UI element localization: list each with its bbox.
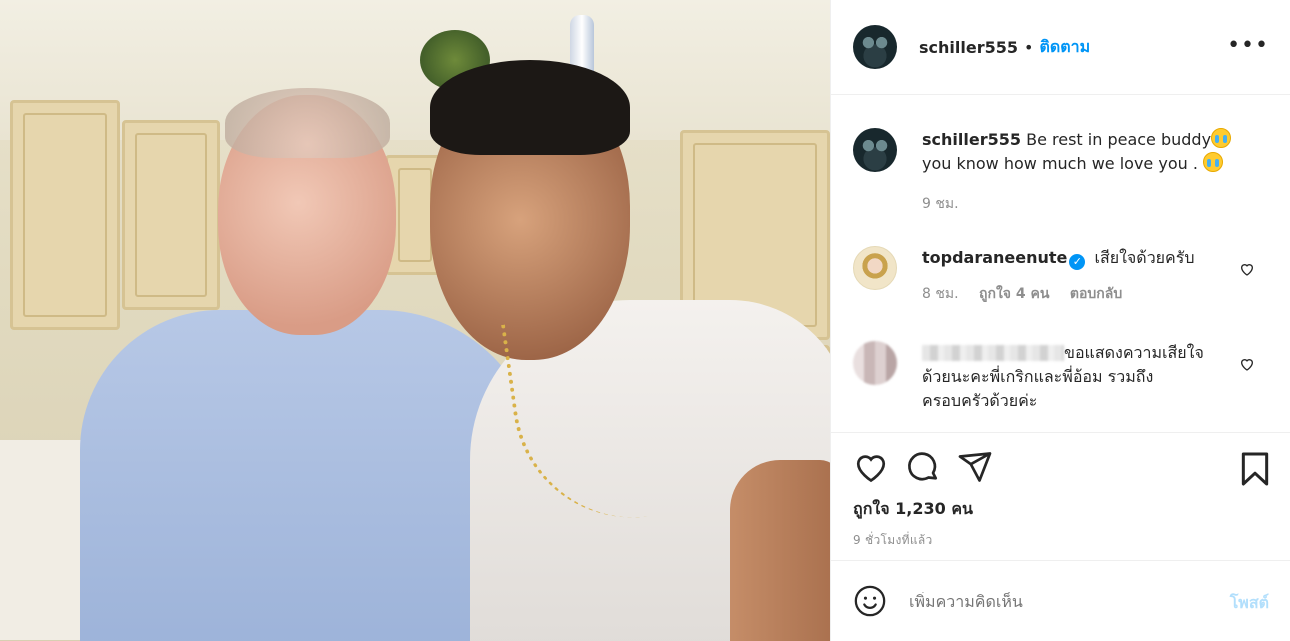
caption-time[interactable]: 9 ชม.: [922, 196, 959, 212]
post-header: schiller555 • ติดตาม •••: [831, 0, 1290, 95]
caption-text-line2: you know how much we love you .: [922, 154, 1198, 173]
comment-likes[interactable]: ถูกใจ 4 คน: [979, 286, 1049, 302]
post-side-panel: schiller555 • ติดตาม ••• schiller555 Be …: [830, 0, 1290, 641]
crying-face-emoji-icon: [1211, 128, 1232, 148]
comment-item: topdaraneenute ✓ เสียใจด้วยครับ 8 ชม. ถูก…: [853, 246, 1262, 306]
comment-body: ขอแสดงความเสียใจ ด้วยนะคะพี่เกริกและพี่อ…: [922, 341, 1262, 413]
more-options-icon[interactable]: •••: [1227, 35, 1269, 57]
caption-body: schiller555 Be rest in peace buddy you k…: [922, 128, 1262, 216]
save-bookmark-icon[interactable]: [1235, 449, 1275, 489]
post-actions: ถูกใจ 1,230 คน 9 ชั่วโมงที่แล้ว: [831, 432, 1290, 577]
caption-text-line1: Be rest in peace buddy: [1026, 130, 1212, 149]
comment-text-line1: ขอแสดงความเสียใจ: [1064, 343, 1204, 362]
like-comment-heart-icon[interactable]: [1239, 356, 1255, 372]
photo-arm: [730, 460, 830, 641]
action-icons: [853, 449, 993, 485]
add-comment-input[interactable]: [909, 591, 1209, 611]
author-username[interactable]: schiller555: [919, 38, 1018, 57]
like-heart-icon[interactable]: [853, 449, 889, 485]
commenter-username-blurred[interactable]: [922, 345, 1064, 361]
post-photo[interactable]: [0, 0, 830, 641]
photo-cabinet: [10, 100, 120, 330]
like-comment-heart-icon[interactable]: [1239, 261, 1255, 277]
caption: schiller555 Be rest in peace buddy you k…: [853, 128, 1262, 216]
photo-person-right-hair: [430, 60, 630, 155]
likes-count[interactable]: ถูกใจ 1,230 คน: [853, 497, 973, 522]
follow-button[interactable]: ติดตาม: [1039, 35, 1090, 60]
caption-username[interactable]: schiller555: [922, 130, 1021, 149]
photo-cabinet: [122, 120, 220, 310]
comment-text-line2: ด้วยนะคะพี่เกริกและพี่อ้อม รวมถึง: [922, 367, 1154, 386]
comment-text-line3: ครอบครัวด้วยค่ะ: [922, 391, 1038, 410]
comment-body: topdaraneenute ✓ เสียใจด้วยครับ 8 ชม. ถูก…: [922, 246, 1262, 306]
comment-meta: 8 ชม. ถูกใจ 4 คน ตอบกลับ: [922, 282, 1262, 306]
commenter-username[interactable]: topdaraneenute: [922, 248, 1067, 267]
instagram-post: schiller555 • ติดตาม ••• schiller555 Be …: [0, 0, 1290, 641]
author-avatar[interactable]: [853, 25, 897, 69]
crying-face-emoji-icon: [1203, 152, 1224, 172]
caption-avatar[interactable]: [853, 128, 897, 172]
header-separator: •: [1024, 37, 1034, 57]
commenter-avatar[interactable]: [853, 246, 897, 290]
comment-time[interactable]: 8 ชม.: [922, 286, 959, 302]
share-paper-plane-icon[interactable]: [957, 449, 993, 485]
add-comment-bar: โพสต์: [831, 560, 1290, 641]
verified-badge-icon: ✓: [1069, 254, 1086, 270]
post-timestamp[interactable]: 9 ชั่วโมงที่แล้ว: [853, 531, 933, 550]
comment-item: ขอแสดงความเสียใจ ด้วยนะคะพี่เกริกและพี่อ…: [853, 341, 1262, 413]
emoji-smiley-icon[interactable]: [853, 584, 887, 618]
reply-button[interactable]: ตอบกลับ: [1070, 286, 1122, 302]
commenter-avatar-blurred[interactable]: [853, 341, 897, 385]
comment-text: เสียใจด้วยครับ: [1094, 248, 1195, 267]
photo-background-wall: [0, 0, 830, 140]
comments-list[interactable]: schiller555 Be rest in peace buddy you k…: [831, 96, 1290, 432]
caption-meta: 9 ชม.: [922, 192, 1262, 216]
comment-bubble-icon[interactable]: [905, 449, 941, 485]
photo-person-left-hair: [225, 88, 390, 158]
post-comment-button[interactable]: โพสต์: [1230, 591, 1269, 616]
